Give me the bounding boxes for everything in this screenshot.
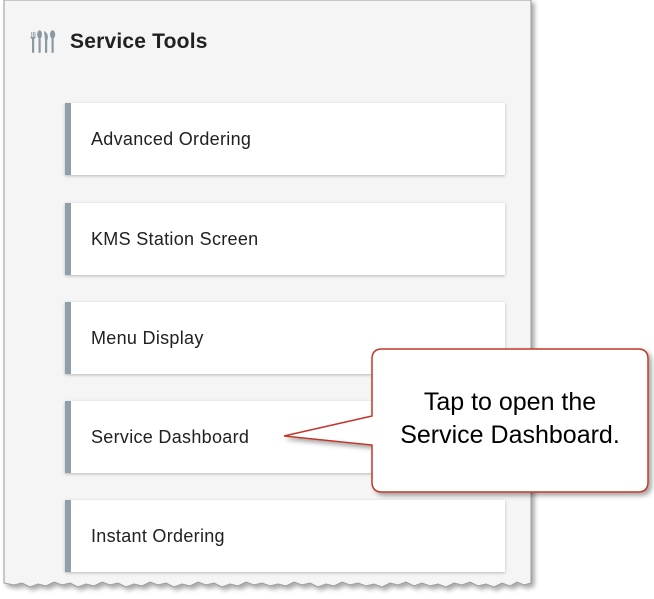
- panel-header: Service Tools: [30, 26, 208, 58]
- tool-card-label: KMS Station Screen: [91, 228, 259, 249]
- tool-card-advanced-ordering[interactable]: Advanced Ordering: [65, 103, 505, 175]
- screenshot-stage: Service Tools Advanced Ordering KMS Stat…: [0, 0, 654, 599]
- tool-card-label: Advanced Ordering: [91, 128, 252, 149]
- tool-card-instant-ordering[interactable]: Instant Ordering: [65, 500, 505, 572]
- tool-card-label: Instant Ordering: [91, 525, 225, 546]
- tool-card-service-dashboard[interactable]: Service Dashboard: [65, 401, 505, 473]
- page-title: Service Tools: [70, 30, 208, 53]
- tool-card-kms-station-screen[interactable]: KMS Station Screen: [65, 203, 505, 275]
- utensils-icon: [30, 29, 58, 55]
- tool-card-label: Menu Display: [91, 327, 204, 348]
- tool-card-menu-display[interactable]: Menu Display: [65, 302, 505, 374]
- tool-card-label: Service Dashboard: [91, 426, 250, 447]
